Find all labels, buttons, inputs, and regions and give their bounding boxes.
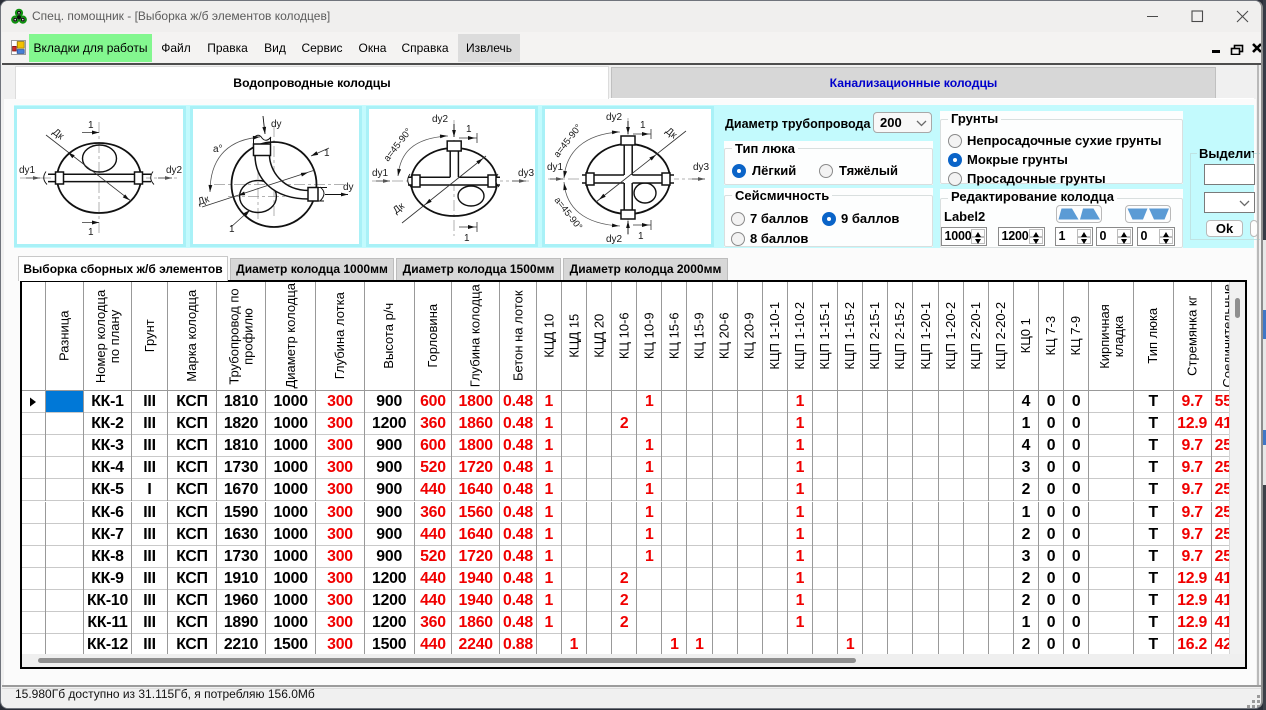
svg-text:dу1: dу1 [372,168,389,179]
svg-text:dу1: dу1 [547,162,564,173]
svg-text:a°: a° [213,144,223,155]
svg-text:1: 1 [638,231,644,242]
svg-text:dу2: dу2 [166,165,183,176]
svg-text:dу1: dу1 [19,165,36,176]
svg-text:dу2: dу2 [606,234,623,245]
svg-text:dу: dу [271,119,282,130]
svg-text:dу2: dу2 [606,112,623,123]
svg-text:dу2: dу2 [432,114,449,125]
svg-text:a=45-90°: a=45-90° [552,122,585,160]
svg-text:a=45-90°: a=45-90° [382,126,415,164]
svg-text:dу3: dу3 [518,168,535,179]
svg-text:dу3: dу3 [693,162,710,173]
svg-text:1: 1 [88,120,94,131]
svg-text:Дк: Дк [391,200,407,216]
svg-text:1: 1 [464,233,470,244]
svg-text:1: 1 [640,120,646,131]
svg-text:Дк: Дк [197,194,212,208]
svg-text:1: 1 [466,124,472,135]
svg-text:Дк: Дк [663,126,679,142]
svg-text:1: 1 [88,227,94,238]
svg-text:dу: dу [343,182,354,193]
